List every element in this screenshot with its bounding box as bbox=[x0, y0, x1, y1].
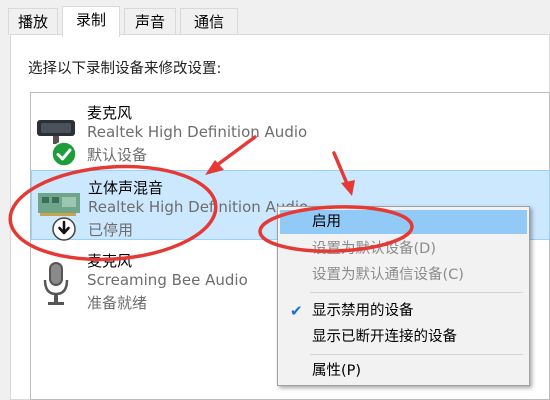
device-driver: Realtek High Definition Audio bbox=[88, 198, 309, 216]
device-status: 准备就绪 bbox=[87, 294, 148, 312]
instruction-text: 选择以下录制设备来修改设置: bbox=[28, 61, 222, 77]
menu-item-show-disabled[interactable]: ✔ 显示禁用的设备 bbox=[280, 299, 527, 323]
tab-sounds[interactable]: 声音 bbox=[124, 8, 176, 35]
menu-item-label: 显示禁用的设备 bbox=[312, 303, 414, 319]
device-name: 立体声混音 bbox=[88, 179, 164, 197]
device-driver: Realtek High Definition Audio bbox=[87, 123, 308, 141]
default-check-icon bbox=[51, 141, 77, 167]
device-driver: Screaming Bee Audio bbox=[87, 271, 248, 289]
sound-card-icon bbox=[38, 193, 80, 216]
menu-item-set-default-comm[interactable]: 设置为默认通信设备(C) bbox=[280, 263, 527, 287]
checkmark-icon: ✔ bbox=[290, 302, 303, 320]
context-menu: 启用 设置为默认设备(D) 设置为默认通信设备(C) ✔ 显示禁用的设备 显示已… bbox=[277, 206, 530, 386]
tab-playback[interactable]: 播放 bbox=[8, 8, 58, 35]
menu-item-properties[interactable]: 属性(P) bbox=[280, 359, 527, 383]
tab-recording[interactable]: 录制 bbox=[62, 6, 120, 37]
device-status: 默认设备 bbox=[87, 146, 148, 164]
device-row-microphone-realtek[interactable]: 麦克风 Realtek High Definition Audio 默认设备 bbox=[31, 96, 550, 167]
menu-separator bbox=[310, 354, 523, 355]
tab-strip: 播放 录制 声音 通信 bbox=[0, 0, 550, 37]
device-name: 麦克风 bbox=[87, 252, 133, 270]
microphone-icon bbox=[43, 262, 69, 305]
device-status: 已停用 bbox=[88, 221, 134, 239]
menu-separator bbox=[310, 292, 523, 293]
menu-item-show-disconnected[interactable]: 显示已断开连接的设备 bbox=[280, 325, 527, 349]
menu-item-set-default[interactable]: 设置为默认设备(D) bbox=[280, 237, 527, 261]
disabled-arrow-icon bbox=[52, 217, 76, 241]
menu-item-enable[interactable]: 启用 bbox=[280, 210, 527, 234]
tab-communications[interactable]: 通信 bbox=[180, 8, 238, 35]
device-name: 麦克风 bbox=[87, 104, 133, 122]
